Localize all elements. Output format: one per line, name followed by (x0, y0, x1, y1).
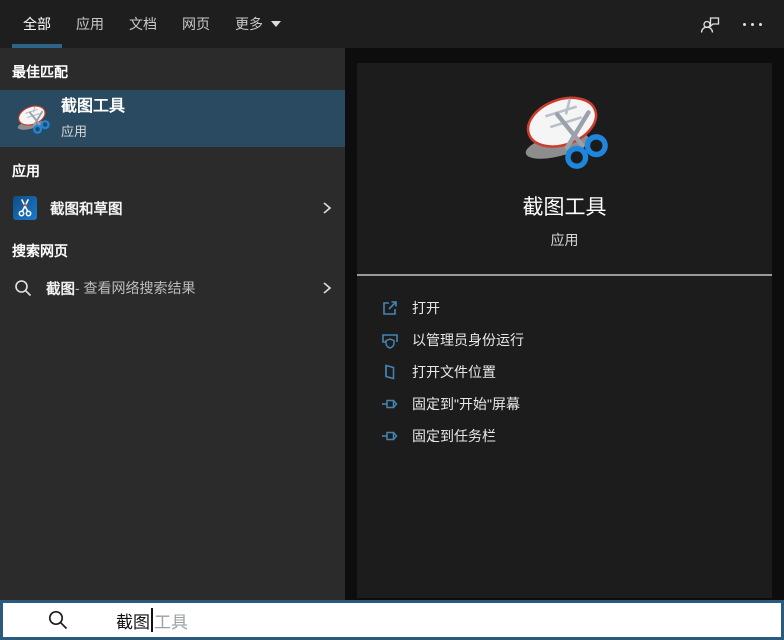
action-open[interactable]: 打开 (381, 292, 772, 324)
action-list: 打开 以管理员身份运行 打开文件位置 固定到"开始"屏幕 固定到任务栏 (357, 276, 772, 452)
action-pin-to-start[interactable]: 固定到"开始"屏幕 (381, 388, 772, 420)
result-snipping-tool[interactable]: 截图工具 应用 (0, 90, 345, 147)
more-options-icon[interactable] (743, 22, 762, 26)
best-match-title: 截图工具 (61, 98, 126, 116)
snip-sketch-app-icon (13, 196, 37, 220)
open-icon (383, 301, 397, 315)
open-file-location-icon (385, 364, 395, 380)
tab-documents-label: 文档 (129, 16, 157, 32)
preview-app-title: 截图工具 (522, 196, 607, 219)
tab-all-label: 全部 (23, 16, 51, 32)
tab-web-label: 网页 (182, 16, 210, 32)
search-typed-text: 截图 (116, 612, 150, 632)
tabs: 全部 应用 文档 网页 更多 (12, 0, 295, 48)
action-label: 固定到任务栏 (412, 428, 496, 444)
search-tab-bar: 全部 应用 文档 网页 更多 (0, 0, 784, 48)
section-header-search-web: 搜索网页 (12, 243, 68, 259)
search-icon (15, 280, 32, 297)
preview-panel: 截图工具 应用 打开 以管理员身份运行 打开文件位置 固定到"开始"屏幕 固定到… (357, 63, 772, 598)
action-open-file-location[interactable]: 打开文件位置 (381, 356, 772, 388)
tab-more[interactable]: 更多 (224, 0, 292, 48)
feedback-icon[interactable] (699, 13, 721, 35)
result-snip-and-sketch[interactable]: 截图和草图 (0, 189, 345, 227)
search-icon (48, 610, 68, 630)
pin-to-taskbar-icon (382, 431, 398, 441)
chevron-right-icon (323, 202, 332, 214)
preview-app-subtitle: 应用 (550, 232, 579, 248)
snipping-tool-icon (17, 105, 50, 134)
action-label: 以管理员身份运行 (412, 332, 524, 348)
section-header-apps: 应用 (12, 163, 40, 179)
search-suggestion-text: 工具 (154, 612, 188, 632)
result-label: 截图和草图 (50, 201, 123, 218)
text-cursor (151, 608, 153, 632)
section-header-best-match: 最佳匹配 (12, 64, 68, 80)
tab-apps-label: 应用 (76, 16, 104, 32)
snipping-tool-icon-large (525, 96, 608, 169)
search-results-panel: 最佳匹配 截图工具 应用 应用 截图和草图 搜索网页 截图 - 查看网络搜索结果 (0, 48, 345, 600)
tab-more-label: 更多 (235, 16, 263, 32)
action-label: 固定到"开始"屏幕 (412, 396, 520, 412)
chevron-down-icon (271, 21, 281, 27)
web-search-term: 截图 (46, 281, 75, 298)
result-web-search[interactable]: 截图 - 查看网络搜索结果 (0, 269, 345, 307)
web-search-suffix: - 查看网络搜索结果 (75, 280, 196, 296)
chevron-right-icon (323, 282, 332, 294)
action-run-as-admin[interactable]: 以管理员身份运行 (381, 324, 772, 356)
tab-apps[interactable]: 应用 (65, 0, 115, 48)
preview-area: 截图工具 应用 打开 以管理员身份运行 打开文件位置 固定到"开始"屏幕 固定到… (345, 48, 784, 600)
search-input[interactable]: 截图 工具 (0, 600, 784, 640)
action-label: 打开 (412, 300, 440, 316)
tab-documents[interactable]: 文档 (118, 0, 168, 48)
action-label: 打开文件位置 (412, 364, 496, 380)
pin-to-start-icon (382, 399, 398, 409)
tab-all[interactable]: 全部 (12, 0, 62, 48)
run-as-admin-icon (382, 334, 398, 349)
best-match-subtitle: 应用 (61, 123, 88, 139)
action-pin-to-taskbar[interactable]: 固定到任务栏 (381, 420, 772, 452)
tab-web[interactable]: 网页 (171, 0, 221, 48)
